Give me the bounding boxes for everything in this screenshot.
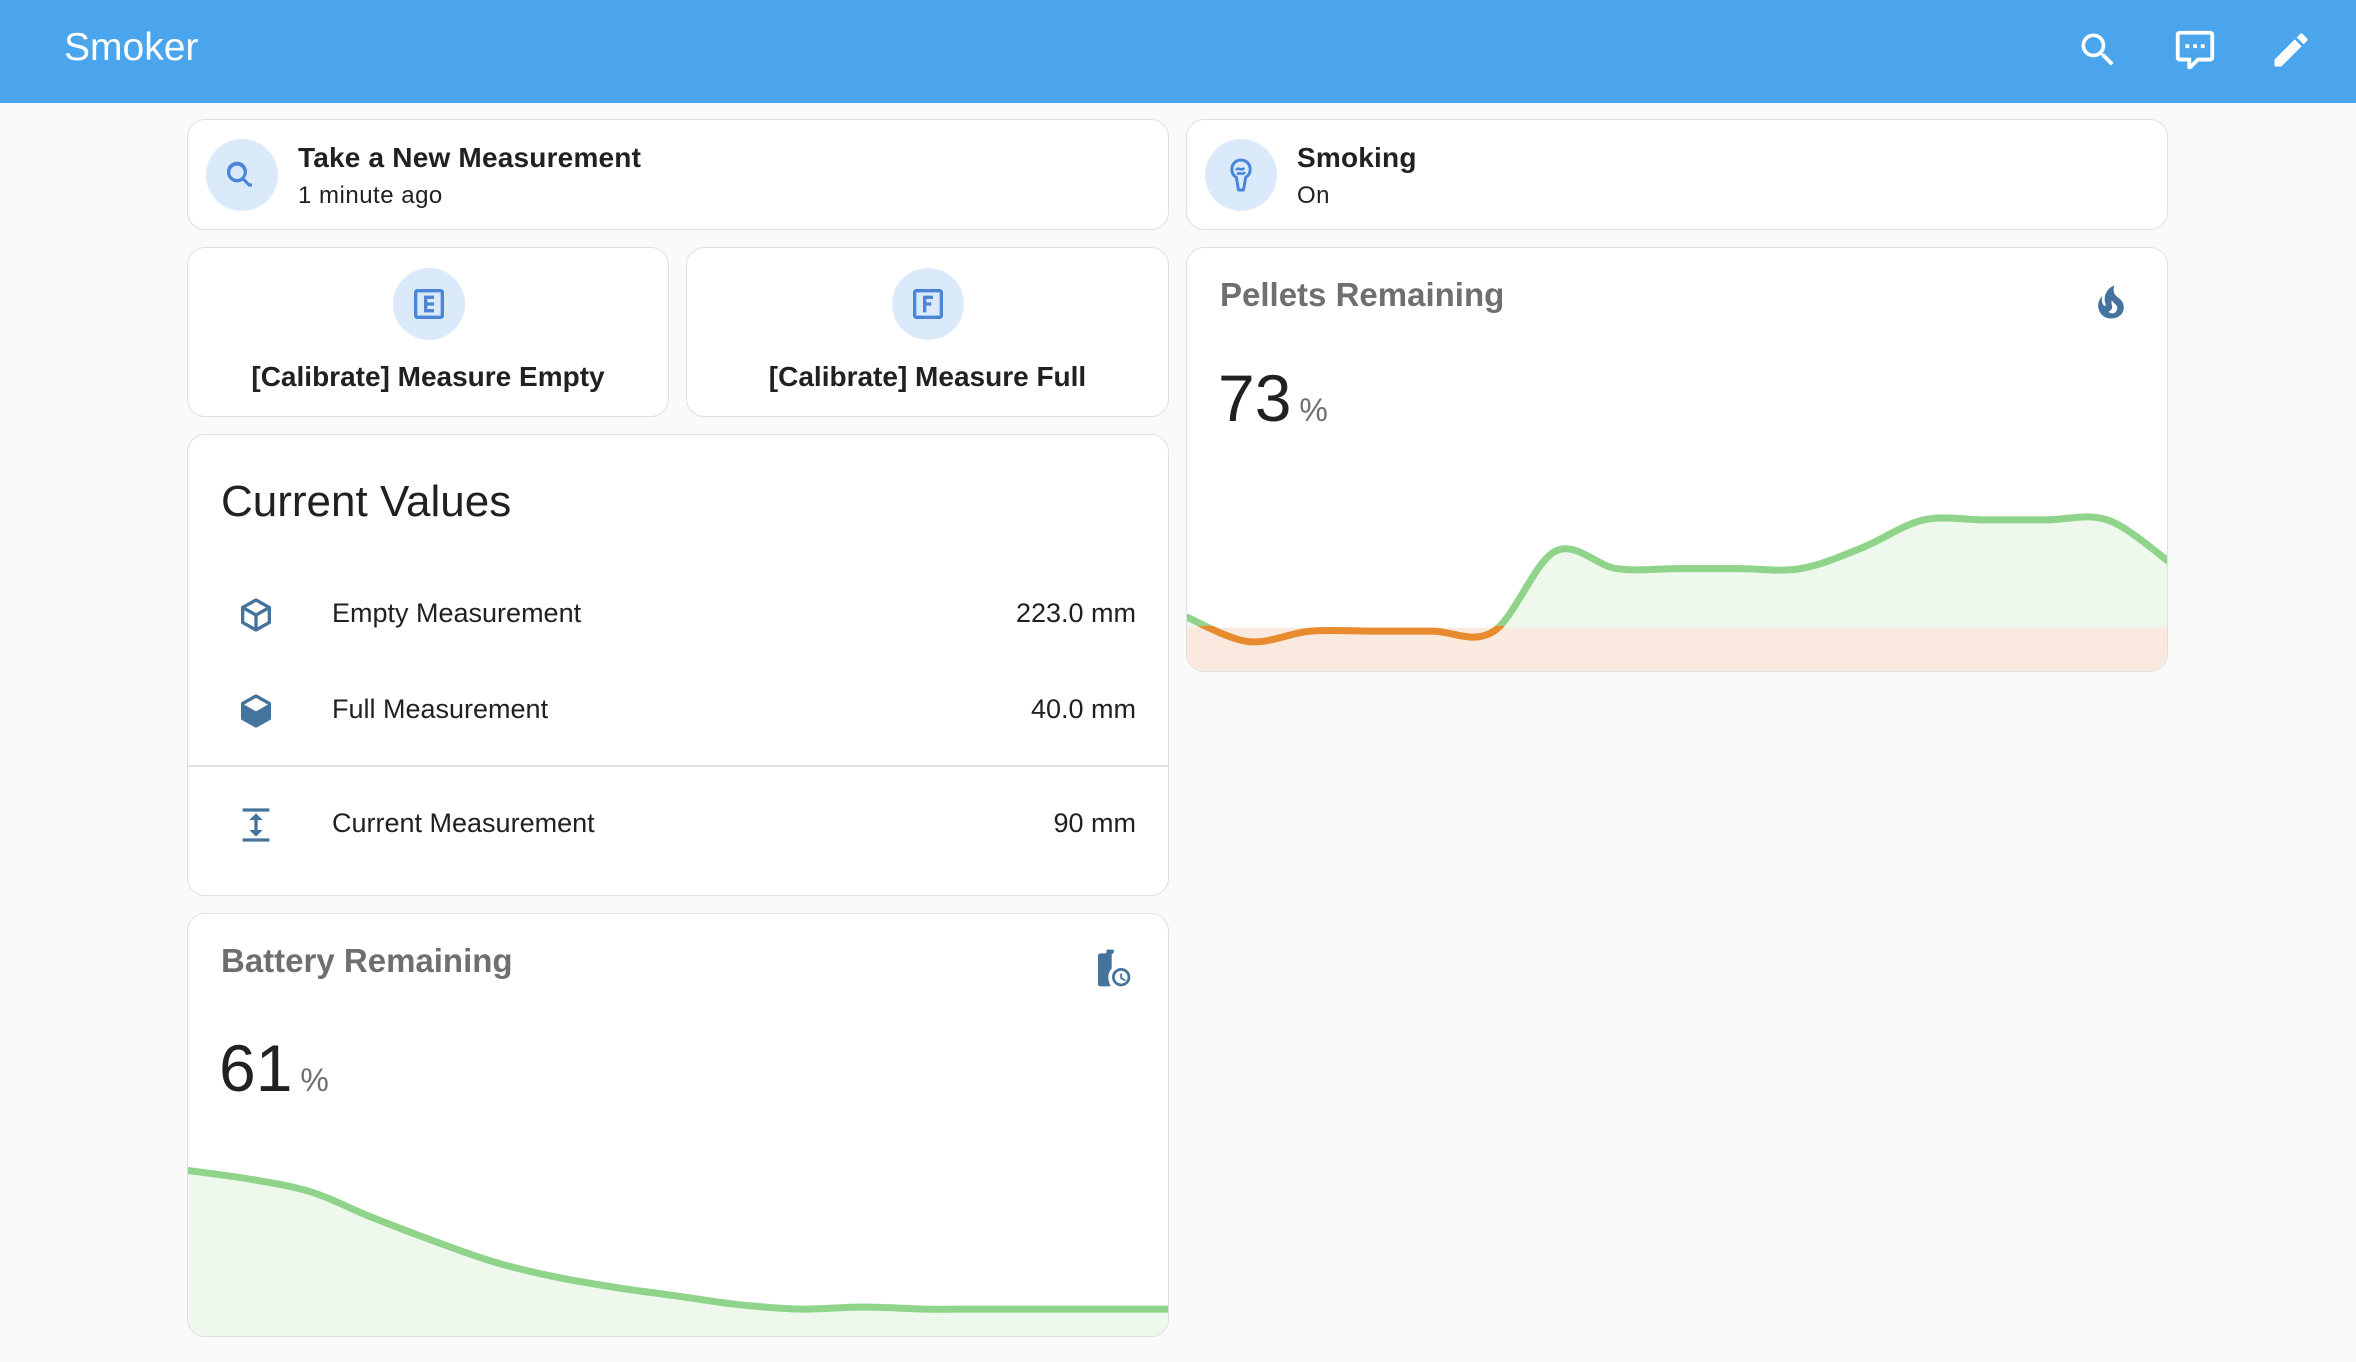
smoking-tile-state: On	[1297, 182, 1331, 209]
cube-icon	[241, 694, 271, 728]
pellets-value-number: 73	[1218, 361, 1292, 435]
pellets-value-unit: %	[1299, 392, 1328, 428]
assist-button[interactable]	[2165, 20, 2225, 80]
pellets-history-graph	[1187, 513, 2167, 671]
entity-value: 223.0 mm	[1015, 598, 1136, 628]
measurement-tile-card[interactable]: Take a New Measurement 1 minute ago	[187, 119, 1169, 230]
edit-button[interactable]	[2261, 20, 2321, 80]
smoking-icon	[1230, 158, 1252, 192]
measurement-tile-state: 1 minute ago	[298, 182, 443, 209]
measure-empty-button[interactable]: [Calibrate] Measure Empty	[187, 247, 669, 417]
top-app-bar: Smoker	[0, 0, 2356, 103]
measure-full-button[interactable]: [Calibrate] Measure Full	[686, 247, 1169, 417]
pencil-icon	[2274, 33, 2308, 67]
measure-empty-icon-bg	[393, 268, 465, 340]
search-icon	[2081, 33, 2114, 66]
battery-sensor-card[interactable]: Battery Remaining 61%	[187, 913, 1169, 1337]
chat-icon	[2175, 30, 2215, 70]
pellets-sensor-name: Pellets Remaining	[1220, 276, 1505, 313]
entity-name: Current Measurement	[332, 808, 595, 838]
smoking-tile-name: Smoking	[1297, 142, 1417, 173]
fire-icon	[2098, 285, 2124, 319]
current-values-card: Current Values Empty Measurement 223.0 m…	[187, 434, 1169, 896]
measurement-tile-icon-bg[interactable]	[206, 139, 278, 211]
magnify-scan-icon	[226, 161, 252, 187]
cube-outline-icon	[241, 598, 271, 632]
measure-full-icon-bg	[892, 268, 964, 340]
page-title: Smoker	[64, 26, 199, 69]
measurement-tile-name: Take a New Measurement	[298, 142, 642, 173]
entities-divider	[188, 765, 1168, 767]
entity-row-empty-measurement[interactable]: Empty Measurement 223.0 mm	[188, 577, 1168, 649]
entity-name: Empty Measurement	[332, 598, 582, 628]
smoking-tile-icon-bg[interactable]	[1205, 139, 1277, 211]
battery-sensor-name: Battery Remaining	[221, 942, 513, 979]
pellets-sensor-value: 73%	[1218, 360, 1328, 436]
letter-f-box-icon	[913, 289, 943, 319]
entity-row-full-measurement[interactable]: Full Measurement 40.0 mm	[188, 673, 1168, 745]
measure-full-label: [Calibrate] Measure Full	[768, 361, 1087, 392]
battery-value-unit: %	[300, 1062, 329, 1098]
entity-name: Full Measurement	[332, 694, 549, 724]
arrow-expand-vertical-icon	[242, 808, 270, 842]
search-button[interactable]	[2068, 20, 2128, 80]
battery-clock-icon	[1097, 949, 1131, 987]
smoking-tile-card[interactable]: Smoking On	[1186, 119, 2168, 230]
battery-sensor-value: 61%	[219, 1030, 329, 1106]
current-values-title: Current Values	[221, 477, 512, 526]
measure-empty-label: [Calibrate] Measure Empty	[251, 361, 605, 392]
battery-history-graph	[188, 1167, 1168, 1336]
pellets-sensor-card[interactable]: Pellets Remaining 73%	[1186, 247, 2168, 672]
entity-value: 90 mm	[1053, 808, 1136, 838]
entity-value: 40.0 mm	[1030, 694, 1136, 724]
graph-low-band	[1187, 627, 2167, 671]
battery-value-number: 61	[219, 1031, 293, 1105]
entity-row-current-measurement[interactable]: Current Measurement 90 mm	[188, 787, 1168, 859]
letter-e-box-icon	[414, 289, 444, 319]
